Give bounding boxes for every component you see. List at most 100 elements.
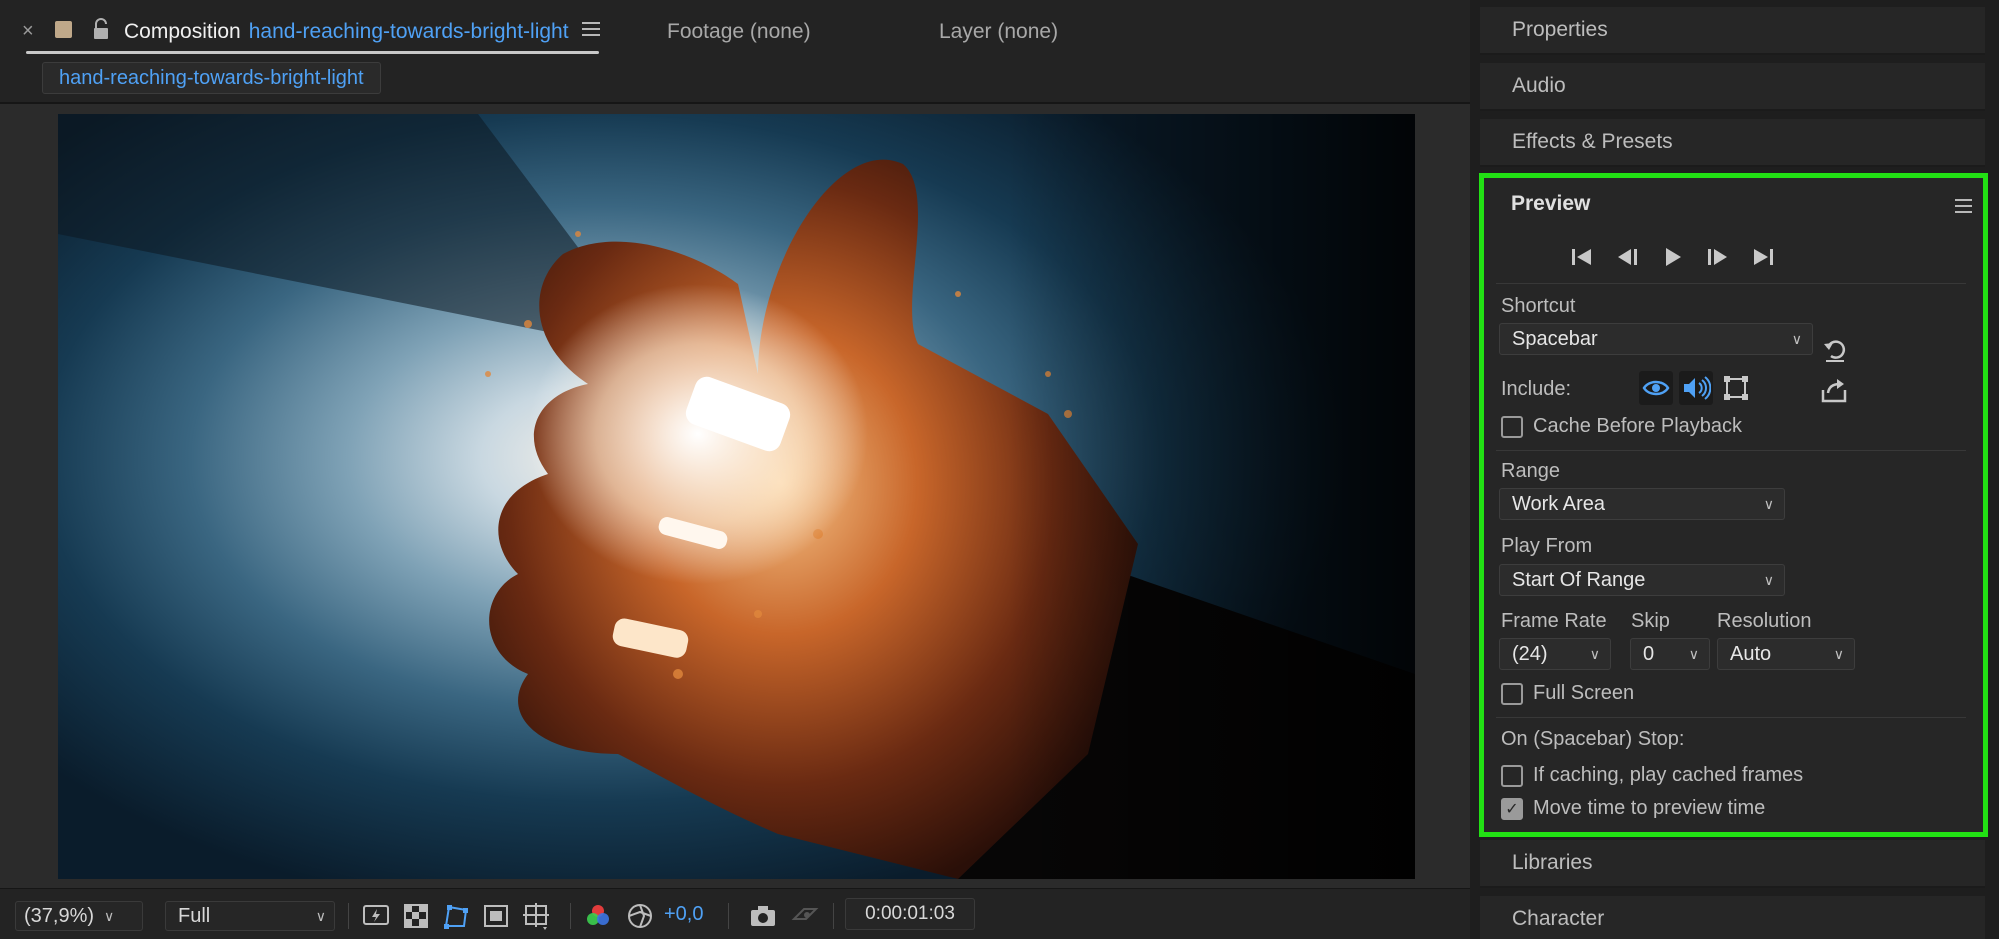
composition-viewer[interactable] bbox=[0, 104, 1470, 888]
range-dropdown[interactable]: Work Area ∨ bbox=[1499, 488, 1785, 520]
separator bbox=[348, 903, 349, 929]
panel-menu-icon[interactable] bbox=[582, 22, 600, 40]
resolution-dropdown[interactable]: Auto ∨ bbox=[1717, 638, 1855, 670]
preview-panel-title[interactable]: Preview bbox=[1511, 192, 1590, 216]
first-frame-icon[interactable] bbox=[1569, 244, 1596, 270]
separator bbox=[833, 903, 834, 929]
resolution-value: Auto bbox=[1730, 642, 1772, 665]
transparency-grid-icon[interactable] bbox=[401, 901, 431, 931]
character-panel-header[interactable]: Character bbox=[1480, 896, 1985, 939]
preview-panel: Preview Shortcut Spacebar ∨ Include: Cac… bbox=[1479, 173, 1988, 837]
shortcut-value: Spacebar bbox=[1512, 327, 1598, 350]
grid-guides-icon[interactable] bbox=[521, 901, 551, 931]
last-frame-icon[interactable] bbox=[1749, 244, 1776, 270]
chevron-down-icon: ∨ bbox=[315, 907, 326, 924]
resolution-value: Full bbox=[178, 904, 211, 927]
if-caching-label: If caching, play cached frames bbox=[1533, 764, 1804, 786]
panel-menu-icon[interactable] bbox=[1955, 199, 1972, 217]
on-stop-label: On (Spacebar) Stop: bbox=[1501, 728, 1685, 750]
properties-panel-header[interactable]: Properties bbox=[1480, 7, 1985, 55]
skip-value: 0 bbox=[1643, 642, 1655, 665]
play-from-dropdown[interactable]: Start Of Range ∨ bbox=[1499, 564, 1785, 596]
chevron-down-icon: ∨ bbox=[1791, 330, 1802, 347]
next-frame-icon[interactable] bbox=[1704, 244, 1731, 270]
reset-exposure-icon[interactable] bbox=[625, 901, 655, 931]
reset-icon[interactable] bbox=[1821, 336, 1849, 364]
range-label: Range bbox=[1501, 460, 1560, 482]
speaker-icon bbox=[1684, 376, 1711, 400]
divider bbox=[1496, 283, 1966, 284]
play-from-label: Play From bbox=[1501, 535, 1593, 557]
eye-icon bbox=[1642, 380, 1670, 396]
camera-snapshot-icon[interactable] bbox=[748, 901, 778, 931]
composition-frame-image bbox=[58, 114, 1415, 879]
magnification-value: (37,9%) bbox=[24, 904, 95, 927]
tab-composition[interactable]: Composition hand-reaching-towards-bright… bbox=[124, 14, 569, 50]
show-snapshot-icon[interactable] bbox=[790, 901, 820, 931]
tab-footage[interactable]: Footage (none) bbox=[667, 14, 811, 50]
chevron-down-icon: ∨ bbox=[1589, 645, 1600, 662]
composition-tab-bar: × Composition hand-reaching-towards-brig… bbox=[0, 0, 1470, 62]
move-time-label: Move time to preview time bbox=[1533, 797, 1766, 819]
overlay-bounds-icon bbox=[1724, 376, 1748, 400]
audio-panel-header[interactable]: Audio bbox=[1480, 63, 1985, 111]
include-toggles bbox=[1639, 371, 1753, 409]
include-overlays-toggle[interactable] bbox=[1719, 371, 1753, 405]
skip-dropdown[interactable]: 0 ∨ bbox=[1630, 638, 1710, 670]
checkbox[interactable] bbox=[1501, 764, 1523, 787]
move-time-checkbox[interactable]: ✓ Move time to preview time bbox=[1501, 797, 1765, 820]
region-of-interest-icon[interactable] bbox=[481, 901, 511, 931]
cache-before-playback-checkbox[interactable]: Cache Before Playback bbox=[1501, 415, 1742, 438]
tab-composition-name: hand-reaching-towards-bright-light bbox=[248, 20, 569, 43]
checkbox-checked[interactable]: ✓ bbox=[1501, 797, 1523, 820]
close-icon[interactable]: × bbox=[22, 20, 34, 43]
color-channels-icon[interactable] bbox=[583, 901, 613, 931]
include-video-toggle[interactable] bbox=[1639, 371, 1673, 405]
magnification-dropdown[interactable]: (37,9%) ∨ bbox=[15, 901, 143, 931]
composition-breadcrumb[interactable]: hand-reaching-towards-bright-light bbox=[42, 62, 381, 94]
tab-layer[interactable]: Layer (none) bbox=[939, 14, 1058, 50]
checkbox[interactable] bbox=[1501, 415, 1523, 438]
skip-label: Skip bbox=[1631, 610, 1670, 632]
if-caching-checkbox[interactable]: If caching, play cached frames bbox=[1501, 764, 1803, 787]
checkmark-icon: ✓ bbox=[1505, 800, 1519, 818]
shortcut-dropdown[interactable]: Spacebar ∨ bbox=[1499, 323, 1813, 355]
effects-presets-panel-header[interactable]: Effects & Presets bbox=[1480, 119, 1985, 167]
resolution-dropdown[interactable]: Full ∨ bbox=[165, 901, 335, 931]
divider bbox=[1496, 450, 1966, 451]
chevron-down-icon: ∨ bbox=[104, 907, 115, 924]
resolution-label: Resolution bbox=[1717, 610, 1812, 632]
frame-rate-value: (24) bbox=[1512, 642, 1548, 665]
chevron-down-icon: ∨ bbox=[1763, 571, 1774, 588]
checkbox[interactable] bbox=[1501, 682, 1523, 705]
tab-composition-prefix: Composition bbox=[124, 20, 241, 43]
chevron-down-icon: ∨ bbox=[1833, 645, 1844, 662]
viewer-bottom-bar: (37,9%) ∨ Full ∨ +0,0 bbox=[0, 888, 1470, 939]
play-from-value: Start Of Range bbox=[1512, 568, 1646, 591]
chevron-down-icon: ∨ bbox=[1688, 645, 1699, 662]
current-time-display[interactable]: 0:00:01:03 bbox=[845, 898, 975, 930]
include-label: Include: bbox=[1501, 378, 1572, 400]
divider bbox=[1496, 717, 1966, 718]
separator bbox=[728, 903, 729, 929]
composition-color-swatch[interactable] bbox=[55, 21, 72, 38]
chevron-down-icon: ∨ bbox=[1763, 495, 1774, 512]
full-screen-checkbox[interactable]: Full Screen bbox=[1501, 682, 1634, 705]
separator bbox=[570, 903, 571, 929]
fast-previews-icon[interactable] bbox=[361, 901, 391, 931]
frame-rate-label: Frame Rate bbox=[1501, 610, 1607, 632]
include-audio-toggle[interactable] bbox=[1679, 371, 1713, 405]
frame-rate-dropdown[interactable]: (24) ∨ bbox=[1499, 638, 1611, 670]
lock-icon[interactable] bbox=[92, 18, 110, 40]
mask-path-visibility-icon[interactable] bbox=[441, 901, 471, 931]
shortcut-label: Shortcut bbox=[1501, 295, 1576, 317]
right-panels-column: Properties Audio Effects & Presets Previ… bbox=[1470, 0, 1999, 939]
active-tab-underline bbox=[26, 51, 599, 54]
full-screen-label: Full Screen bbox=[1533, 682, 1635, 704]
export-icon[interactable] bbox=[1819, 376, 1849, 406]
libraries-panel-header[interactable]: Libraries bbox=[1480, 840, 1985, 888]
play-icon[interactable] bbox=[1659, 244, 1686, 270]
range-value: Work Area bbox=[1512, 492, 1605, 515]
exposure-value[interactable]: +0,0 bbox=[664, 903, 703, 926]
previous-frame-icon[interactable] bbox=[1614, 244, 1641, 270]
